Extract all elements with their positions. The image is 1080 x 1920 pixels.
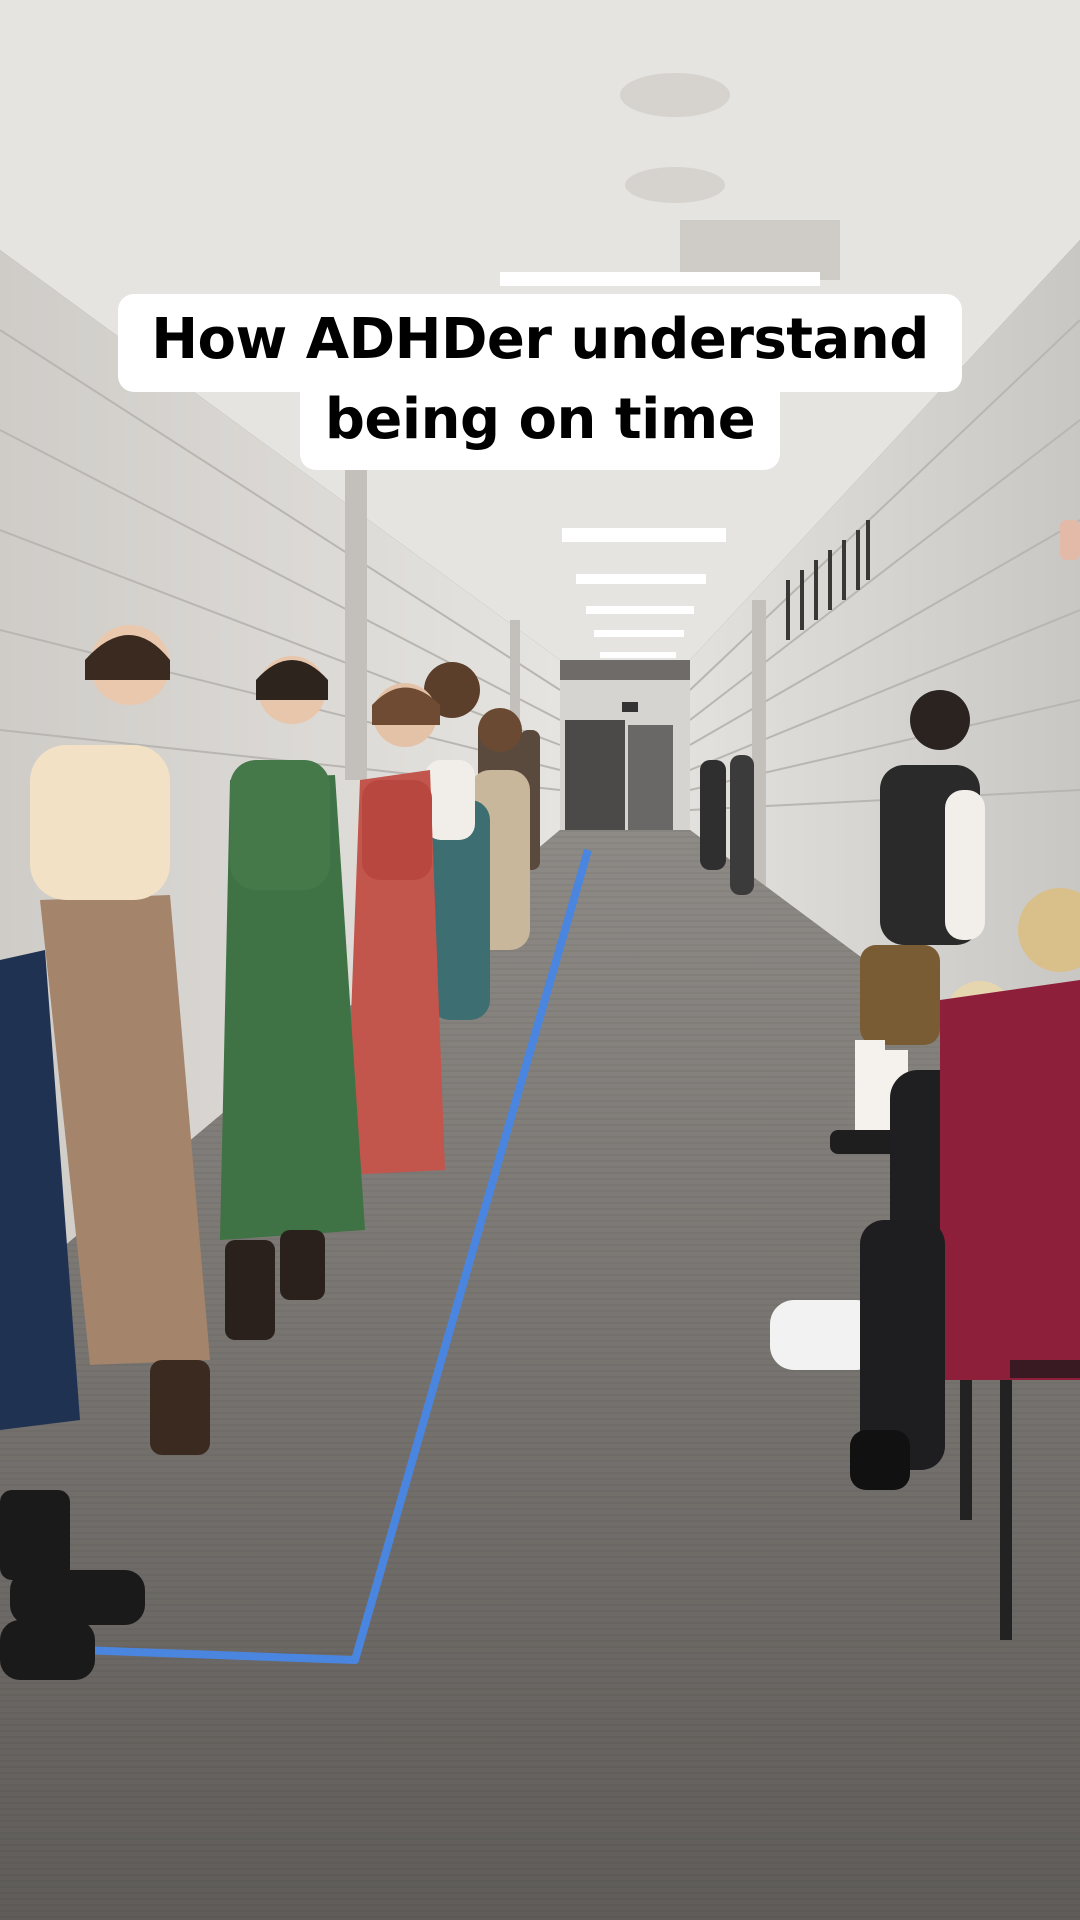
caption-line1: How ADHDer understand bbox=[151, 307, 929, 372]
caption-line2: being on time bbox=[324, 387, 756, 452]
caption: How ADHDer understand being on time bbox=[0, 0, 1080, 1920]
